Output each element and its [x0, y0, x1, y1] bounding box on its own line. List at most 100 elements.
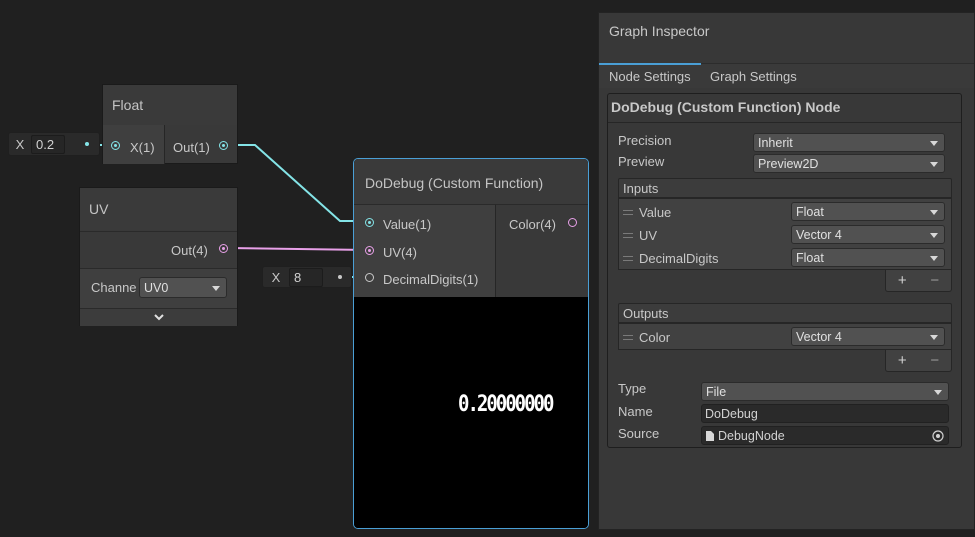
decimal-digits-input-port[interactable] — [365, 273, 374, 282]
graph-inspector: Graph Inspector Node Settings Graph Sett… — [598, 12, 975, 530]
list-item[interactable]: Value Float — [619, 201, 951, 223]
float-input-label: X(1) — [130, 140, 155, 155]
chevron-down-icon — [930, 161, 938, 167]
input-type-dropdown[interactable]: Float — [791, 202, 945, 221]
chevron-down-icon — [212, 285, 220, 291]
node-header: DoDebug (Custom Function) Node — [611, 99, 841, 115]
decimal-digits-input-label: DecimalDigits(1) — [383, 272, 479, 287]
list-item[interactable]: DecimalDigits Float — [619, 247, 951, 269]
chevron-down-icon — [930, 255, 938, 261]
input-type-dropdown[interactable]: Vector 4 — [791, 225, 945, 244]
name-field[interactable]: DoDebug — [701, 404, 949, 423]
source-field[interactable]: DebugNode — [701, 426, 949, 445]
axis-label: X — [15, 136, 25, 152]
output-type-dropdown[interactable]: Vector 4 — [791, 327, 945, 346]
uv-node-title[interactable]: UV — [80, 188, 237, 230]
preview-label: Preview — [618, 154, 665, 169]
object-picker-icon[interactable] — [932, 430, 944, 442]
digits-inline-value[interactable]: 8 — [289, 267, 323, 287]
node-settings-panel: DoDebug (Custom Function) Node Precision… — [607, 93, 962, 448]
input-type-value: Float — [796, 250, 824, 265]
float-input-port[interactable] — [111, 141, 120, 150]
value-input-port[interactable] — [365, 218, 374, 227]
drag-handle-icon[interactable] — [623, 256, 633, 261]
input-type-dropdown[interactable]: Float — [791, 248, 945, 267]
inline-port-dot — [85, 142, 89, 146]
outputs-header-label: Outputs — [623, 305, 669, 321]
input-type-value: Float — [796, 204, 824, 219]
outputs-list: Color Vector 4 — [618, 323, 952, 350]
precision-dropdown[interactable]: Inherit — [753, 133, 945, 152]
edge-uv-to-uv — [227, 247, 369, 251]
expand-chevron-icon — [153, 314, 164, 321]
add-output-button[interactable]: + — [898, 352, 907, 369]
output-name: Color — [639, 330, 671, 345]
uv-node[interactable]: UV Out(4) Channe UV0 — [79, 187, 238, 326]
input-name: UV — [639, 228, 658, 243]
uv-output-label: Out(4) — [171, 243, 208, 258]
output-type-value: Vector 4 — [796, 329, 842, 344]
chevron-down-icon — [930, 140, 938, 146]
color-output-port[interactable] — [568, 218, 577, 227]
tab-node-settings[interactable]: Node Settings — [609, 65, 691, 88]
source-label: Source — [618, 426, 660, 441]
remove-input-button[interactable]: − — [930, 272, 939, 289]
input-type-value: Vector 4 — [796, 227, 842, 242]
inputs-list-header: Inputs — [618, 178, 952, 198]
inputs-add-remove: + − — [885, 270, 952, 292]
add-input-button[interactable]: + — [898, 272, 907, 289]
drag-handle-icon[interactable] — [623, 233, 633, 238]
inspector-title[interactable]: Graph Inspector — [609, 23, 709, 39]
drag-handle-icon[interactable] — [623, 335, 633, 340]
float-inline-value[interactable]: 0.2 — [31, 134, 65, 154]
input-name: DecimalDigits — [639, 251, 719, 266]
dodebug-node[interactable]: DoDebug (Custom Function) Value(1) UV(4)… — [353, 158, 589, 529]
preview-area: 0.20000000 — [354, 297, 588, 528]
outputs-add-remove: + − — [885, 350, 952, 372]
preview-value: Preview2D — [758, 156, 819, 171]
name-label: Name — [618, 404, 653, 419]
uv-input-label: UV(4) — [383, 245, 417, 260]
type-value: File — [706, 384, 727, 399]
float-inline-field[interactable]: X 0.2 — [8, 132, 100, 156]
inputs-list: Value Float UV Vector 4 DecimalDigits Fl… — [618, 198, 952, 270]
inline-port-dot — [338, 275, 342, 279]
axis-label: X — [271, 269, 281, 285]
color-output-label: Color(4) — [509, 217, 556, 232]
list-item[interactable]: Color Vector 4 — [619, 326, 951, 348]
chevron-down-icon — [934, 389, 942, 395]
dodebug-title: DoDebug (Custom Function) — [365, 175, 544, 191]
chevron-down-icon — [930, 209, 938, 215]
type-dropdown[interactable]: File — [701, 382, 949, 401]
header-divider — [608, 122, 961, 123]
list-item[interactable]: UV Vector 4 — [619, 224, 951, 246]
type-label: Type — [618, 381, 647, 396]
precision-label: Precision — [618, 133, 672, 148]
drag-handle-icon[interactable] — [623, 210, 633, 215]
inputs-header-label: Inputs — [623, 180, 659, 196]
outputs-list-header: Outputs — [618, 303, 952, 323]
preview-dropdown[interactable]: Preview2D — [753, 154, 945, 173]
uv-input-port[interactable] — [365, 246, 374, 255]
digits-inline-field[interactable]: X 8 — [262, 266, 352, 288]
uv-channel-dropdown[interactable]: UV0 — [139, 277, 227, 298]
file-icon — [706, 430, 714, 441]
float-node-title[interactable]: Float — [103, 85, 237, 125]
uv-output-port[interactable] — [219, 244, 228, 253]
precision-value: Inherit — [758, 135, 793, 150]
chevron-down-icon — [930, 232, 938, 238]
float-divider — [164, 125, 165, 164]
value-input-label: Value(1) — [383, 217, 432, 232]
uv-outputs-area — [80, 231, 237, 267]
tab-graph-settings[interactable]: Graph Settings — [710, 65, 797, 88]
uv-channel-value: UV0 — [144, 280, 169, 295]
dodebug-title-bar[interactable]: DoDebug (Custom Function) — [354, 159, 588, 204]
float-output-port[interactable] — [219, 141, 228, 150]
edge-float-to-value — [228, 144, 368, 222]
uv-expand-bar[interactable] — [80, 308, 237, 326]
float-node[interactable]: Float X(1) Out(1) — [102, 84, 238, 164]
chevron-down-icon — [930, 334, 938, 340]
source-value: DebugNode — [718, 428, 785, 443]
input-name: Value — [639, 205, 672, 220]
remove-output-button[interactable]: − — [930, 352, 939, 369]
